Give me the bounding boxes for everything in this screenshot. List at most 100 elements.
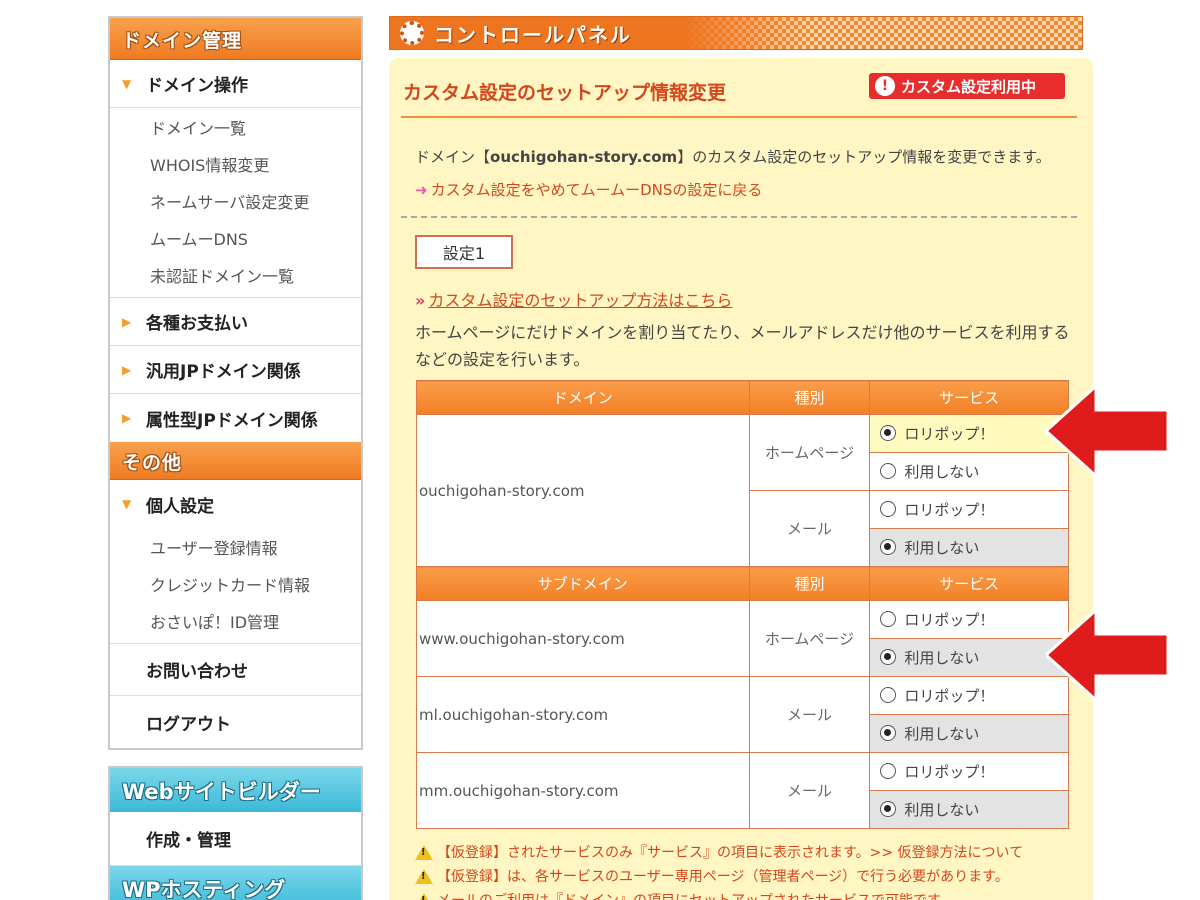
red-arrow-annotation-icon (1046, 386, 1170, 476)
warning-icon (415, 868, 433, 884)
radio-unselected[interactable] (880, 611, 897, 627)
kind-cell-homepage: ホームページ (748, 414, 871, 491)
warnings: 【仮登録】されたサービスのみ『サービス』の項目に表示されます。 >> 仮登録方法… (415, 840, 1095, 900)
sidebar-item-whois[interactable]: WHOIS情報変更 (110, 145, 361, 182)
radio-selected[interactable] (880, 801, 897, 817)
description: ドメイン【ouchigohan-story.com】のカスタム設定のセットアップ… (415, 146, 1051, 167)
domain-ops-sublist: ドメイン一覧 WHOIS情報変更 ネームサーバ設定変更 ムームーDNS 未認証ド… (110, 108, 361, 298)
service-option-none[interactable]: 利用しない (869, 638, 1069, 677)
control-panel-title: コントロールパネル (434, 22, 632, 47)
triangle-down-icon: ▼ (122, 76, 132, 91)
red-arrow-shape (1046, 386, 1170, 476)
sidebar-item-user-info[interactable]: ユーザー登録情報 (110, 528, 361, 565)
service-option-lolipop[interactable]: ロリポップ！ (869, 600, 1069, 639)
sidebar-item-credit-card[interactable]: クレジットカード情報 (110, 565, 361, 602)
warning-line-2: 【仮登録】は、各サービスのユーザー専用ページ（管理者ページ）で行う必要があります… (415, 864, 1095, 888)
arrow-icon: ➜ (415, 181, 428, 199)
radio-unselected[interactable] (880, 687, 897, 703)
service-option-none[interactable]: 利用しない (869, 790, 1069, 829)
triangle-right-icon: ▶ (122, 362, 132, 377)
triangle-right-icon: ▶ (122, 314, 132, 329)
radio-selected[interactable] (880, 539, 897, 555)
sidebar-item-logout[interactable]: ログアウト (110, 696, 361, 748)
radio-unselected[interactable] (880, 463, 897, 479)
sidebar-item-attr-jp[interactable]: ▶ 属性型JPドメイン関係 (110, 394, 361, 442)
service-option-lolipop[interactable]: ロリポップ！ (869, 676, 1069, 715)
sidebar-item-muumuu-dns[interactable]: ムームーDNS (110, 219, 361, 256)
service-option-label: 利用しない (904, 801, 980, 819)
service-option-none[interactable]: 利用しない (869, 714, 1069, 753)
sidebar-item-label: ドメイン操作 (146, 76, 248, 96)
service-option-label: ロリポップ！ (904, 687, 995, 705)
service-option-lolipop[interactable]: ロリポップ！ (869, 752, 1069, 791)
dashed-divider (401, 216, 1077, 218)
warning-line-1: 【仮登録】されたサービスのみ『サービス』の項目に表示されます。 >> 仮登録方法… (415, 840, 1095, 864)
service-option-label: 利用しない (904, 463, 980, 481)
provisional-registration-link[interactable]: >> 仮登録方法について (870, 842, 1024, 862)
sidebar-item-osaipo-id[interactable]: おさいぽ！ID管理 (110, 602, 361, 639)
sidebar-header-other: その他 (110, 442, 361, 480)
sidebar-item-nameserver[interactable]: ネームサーバ設定変更 (110, 182, 361, 219)
sidebar-item-payments[interactable]: ▶ 各種お支払い (110, 298, 361, 346)
description-suffix: 】のカスタム設定のセットアップ情報を変更できます。 (677, 148, 1051, 166)
service-option-none[interactable]: 利用しない (869, 528, 1069, 567)
red-arrow-shape (1046, 610, 1170, 700)
sidebar-item-label: 個人設定 (146, 496, 214, 517)
service-option-label: 利用しない (904, 725, 980, 743)
table-row: mm.ouchigohan-story.com メール ロリポップ！ (416, 752, 1069, 829)
personal-sublist: ユーザー登録情報 クレジットカード情報 おさいぽ！ID管理 (110, 528, 361, 644)
back-to-dns-label: カスタム設定をやめてムームーDNSの設定に戻る (430, 181, 763, 199)
radio-selected[interactable] (880, 425, 897, 441)
subdomain-cell-mm: mm.ouchigohan-story.com (416, 752, 750, 829)
kind-cell-homepage: ホームページ (748, 600, 871, 677)
sidebar-item-generic-jp[interactable]: ▶ 汎用JPドメイン関係 (110, 346, 361, 394)
setup-table: ドメイン 種別 サービス ouchigohan-story.com ホームページ… (416, 380, 1069, 829)
sidebar-header-domain: ドメイン管理 (110, 18, 361, 60)
sidebar-item-contact[interactable]: お問い合わせ (110, 644, 361, 696)
column-header-service: サービス (869, 380, 1069, 415)
control-panel-banner: コントロールパネル (389, 16, 1083, 50)
sidebar-header-web-builder: Webサイトビルダー (110, 768, 361, 812)
sidebar-item-personal[interactable]: ▼ 個人設定 (110, 480, 361, 528)
kind-cell-mail: メール (748, 752, 871, 829)
exclamation-icon: ! (875, 76, 895, 96)
main-header: カスタム設定のセットアップ情報変更 ! カスタム設定利用中 (401, 72, 1077, 118)
service-option-lolipop[interactable]: ロリポップ！ (869, 414, 1069, 453)
column-header-service: サービス (869, 566, 1069, 601)
sidebar-item-domain-list[interactable]: ドメイン一覧 (110, 108, 361, 145)
subdomain-cell-ml: ml.ouchigohan-story.com (416, 676, 750, 753)
service-option-none[interactable]: 利用しない (869, 452, 1069, 491)
setup-note: ホームページにだけドメインを割り当てたり、メールアドレスだけ他のサービスを利用す… (415, 323, 1070, 369)
sidebar-item-unverified[interactable]: 未認証ドメイン一覧 (110, 256, 361, 293)
warning-line-3: メールのご利用は『ドメイン』の項目にセットアップされたサービスで可能です。 (415, 888, 1095, 900)
service-option-label: 利用しない (904, 649, 980, 667)
status-badge-label: カスタム設定利用中 (901, 77, 1037, 96)
warning-text: 【仮登録】されたサービスのみ『サービス』の項目に表示されます。 (437, 845, 870, 861)
double-chevron-icon: » (415, 291, 426, 310)
domain-cell: ouchigohan-story.com (416, 414, 750, 567)
radio-selected[interactable] (880, 725, 897, 741)
sidebar: ドメイン管理 ▼ ドメイン操作 ドメイン一覧 WHOIS情報変更 ネームサーバ設… (108, 16, 363, 900)
warning-text: メールのご利用は『ドメイン』の項目にセットアップされたサービスで可能です。 (437, 890, 954, 900)
sidebar-item-domain-ops[interactable]: ▼ ドメイン操作 (110, 60, 361, 108)
back-to-dns-link[interactable]: ➜ カスタム設定をやめてムームーDNSの設定に戻る (415, 179, 762, 200)
service-option-label: ロリポップ！ (904, 425, 995, 443)
warning-text: 【仮登録】は、各サービスのユーザー専用ページ（管理者ページ）で行う必要があります… (437, 869, 1009, 885)
control-panel-banner-title-area: コントロールパネル (390, 17, 810, 49)
gear-icon (400, 21, 424, 45)
service-option-lolipop[interactable]: ロリポップ！ (869, 490, 1069, 529)
setup-method-label: カスタム設定のセットアップ方法はこちら (428, 291, 733, 310)
table-header-row: ドメイン 種別 サービス (416, 380, 1069, 415)
service-option-label: 利用しない (904, 539, 980, 557)
radio-unselected[interactable] (880, 501, 897, 517)
description-domain: ouchigohan-story.com (490, 148, 678, 166)
sidebar-item-web-builder-manage[interactable]: 作成・管理 (110, 812, 361, 866)
column-header-subdomain: サブドメイン (416, 566, 750, 601)
radio-unselected[interactable] (880, 763, 897, 779)
radio-selected[interactable] (880, 649, 897, 665)
triangle-down-icon: ▼ (122, 497, 132, 511)
tab-setting-1[interactable]: 設定1 (415, 235, 513, 269)
red-arrow-annotation-icon (1046, 610, 1170, 700)
setup-method-link[interactable]: » カスタム設定のセットアップ方法はこちら (415, 287, 732, 311)
service-option-label: ロリポップ！ (904, 611, 995, 629)
